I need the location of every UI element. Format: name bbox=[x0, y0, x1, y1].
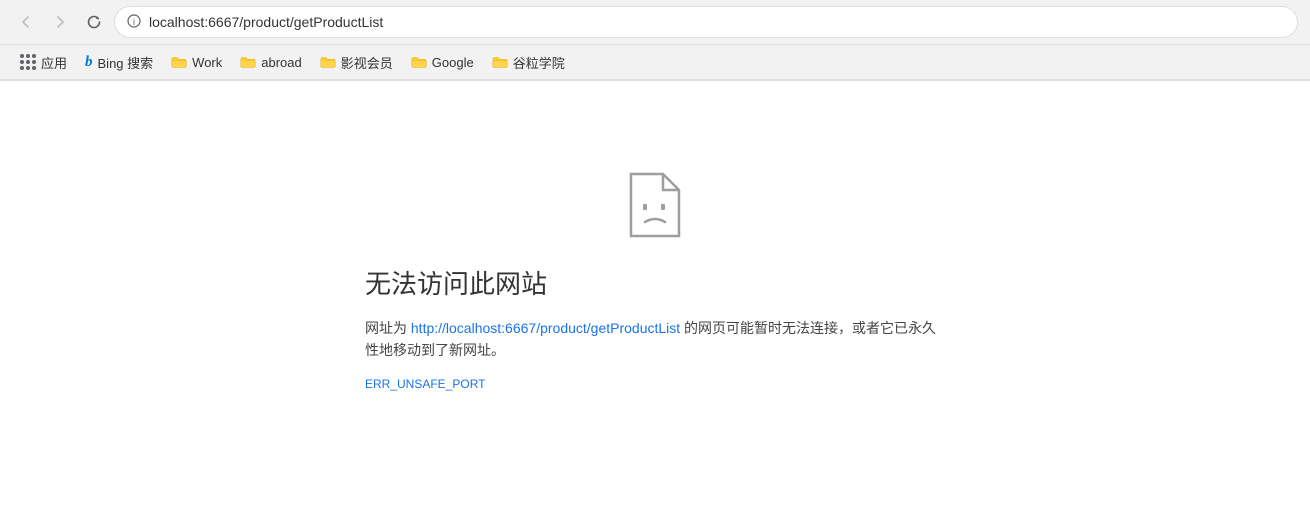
back-button[interactable] bbox=[12, 8, 40, 36]
bing-bookmark[interactable]: b Bing 搜索 bbox=[77, 49, 161, 76]
apps-bookmark[interactable]: 应用 bbox=[12, 49, 75, 76]
bookmark-vip-label: 影视会员 bbox=[341, 53, 393, 72]
folder-icon bbox=[320, 55, 336, 69]
forward-button[interactable] bbox=[46, 8, 74, 36]
bookmark-abroad[interactable]: abroad bbox=[232, 51, 309, 74]
folder-icon bbox=[411, 55, 427, 69]
bookmarks-bar: 应用 b Bing 搜索 Work abroad bbox=[0, 44, 1310, 80]
bookmark-google-label: Google bbox=[432, 55, 474, 70]
bookmark-guli[interactable]: 谷粒学院 bbox=[484, 49, 573, 76]
bookmark-work[interactable]: Work bbox=[163, 51, 230, 74]
bing-label: Bing 搜索 bbox=[98, 53, 154, 72]
page-content: 无法访问此网站 网址为 http://localhost:6667/produc… bbox=[0, 81, 1310, 523]
top-bar: i localhost:6667/product/getProductList bbox=[0, 0, 1310, 44]
bookmark-work-label: Work bbox=[192, 55, 222, 70]
browser-chrome: i localhost:6667/product/getProductList … bbox=[0, 0, 1310, 81]
bookmark-guli-label: 谷粒学院 bbox=[513, 53, 565, 72]
error-link[interactable]: http://localhost:6667/product/getProduct… bbox=[411, 320, 680, 336]
url-text: localhost:6667/product/getProductList bbox=[149, 14, 383, 30]
bing-icon: b bbox=[85, 54, 93, 71]
content-inner: 无法访问此网站 网址为 http://localhost:6667/produc… bbox=[365, 264, 945, 395]
svg-text:i: i bbox=[133, 17, 135, 27]
bookmark-abroad-label: abroad bbox=[261, 55, 301, 70]
folder-icon bbox=[171, 55, 187, 69]
folder-icon bbox=[492, 55, 508, 69]
security-icon: i bbox=[127, 14, 141, 31]
error-desc-prefix: 网址为 bbox=[365, 320, 411, 336]
bookmark-google[interactable]: Google bbox=[403, 51, 482, 74]
error-page-icon bbox=[625, 170, 685, 240]
apps-label: 应用 bbox=[41, 53, 67, 72]
bookmark-vip[interactable]: 影视会员 bbox=[312, 49, 401, 76]
folder-icon bbox=[240, 55, 256, 69]
address-bar[interactable]: i localhost:6667/product/getProductList bbox=[114, 6, 1298, 38]
error-code: ERR_UNSAFE_PORT bbox=[365, 375, 945, 394]
reload-button[interactable] bbox=[80, 8, 108, 36]
error-description: 网址为 http://localhost:6667/product/getPro… bbox=[365, 317, 945, 395]
error-title: 无法访问此网站 bbox=[365, 264, 547, 301]
apps-icon bbox=[20, 54, 36, 70]
